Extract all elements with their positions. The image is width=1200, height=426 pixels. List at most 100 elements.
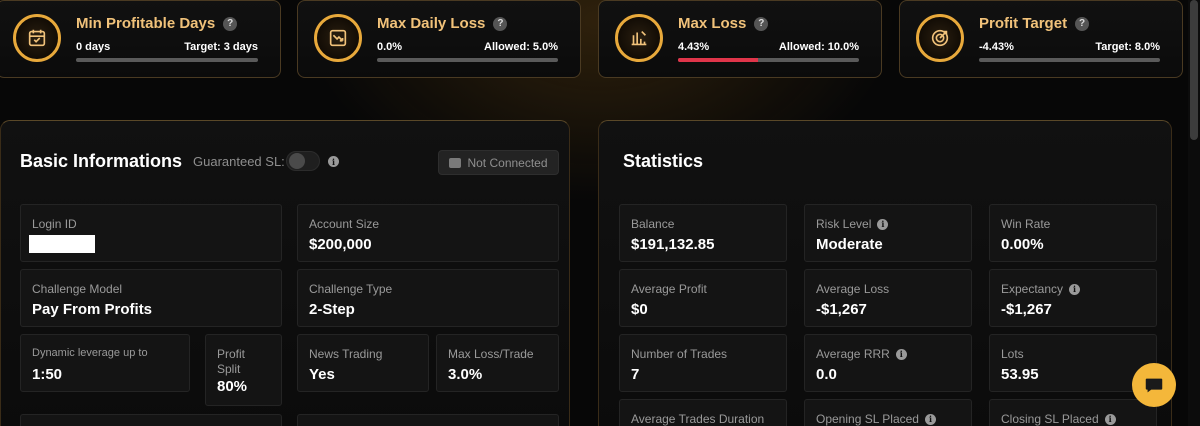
challenge-type-value: 2-Step [309, 301, 355, 318]
basic-info-panel: Basic Informations Guaranteed SL: i Not … [0, 120, 570, 426]
metric-title: Min Profitable Days? [76, 15, 238, 32]
connection-status-button[interactable]: Not Connected [438, 150, 559, 175]
stat-label: Opening SL Placed i [816, 412, 936, 426]
stat-label: Lots [1001, 347, 1024, 361]
stat-value: 7 [631, 366, 640, 383]
account-size-label: Account Size [309, 217, 380, 231]
stat-value: Moderate [816, 236, 883, 253]
chat-button[interactable] [1132, 363, 1176, 407]
account-size-cell: Account Size $200,000 [297, 204, 559, 262]
progress-bar [979, 58, 1160, 62]
metric-card-max-daily-loss: Max Daily Loss? 0.0% Allowed: 5.0% [297, 0, 581, 78]
metric-values: 0 days Target: 3 days [76, 41, 258, 53]
stat-label: Average Loss [816, 282, 890, 296]
progress-fill [678, 58, 759, 62]
news-trading-value: Yes [309, 366, 335, 383]
info-icon[interactable]: i [328, 156, 339, 167]
metric-values: -4.43% Target: 8.0% [979, 41, 1160, 53]
news-trading-cell: News Trading Yes [297, 334, 429, 392]
profit-split-label: Profit Split [217, 347, 246, 376]
stat-value: -$1,267 [816, 301, 867, 318]
stat-cell: Opening SL Placed i [804, 399, 972, 426]
cell-partial [297, 414, 559, 426]
stat-label: Average Trades Duration [631, 412, 765, 426]
wallet-icon [449, 157, 462, 168]
stat-value: 0.00% [1001, 236, 1044, 253]
metric-title: Max Daily Loss? [377, 15, 508, 32]
bars-down-icon [615, 14, 663, 62]
info-icon[interactable]: i [1104, 413, 1116, 425]
guaranteed-sl-label: Guaranteed SL: [193, 154, 285, 169]
stat-cell: Average RRR i 0.0 [804, 334, 972, 392]
stat-cell: Balance $191,132.85 [619, 204, 787, 262]
cell-partial [20, 414, 282, 426]
info-icon[interactable]: i [924, 413, 936, 425]
stat-label: Closing SL Placed i [1001, 412, 1116, 426]
scrollbar[interactable] [1188, 0, 1200, 426]
stat-cell: Closing SL Placed i [989, 399, 1157, 426]
chart-down-icon [314, 14, 362, 62]
help-icon[interactable]: ? [1075, 16, 1090, 31]
connection-status-label: Not Connected [467, 155, 548, 170]
progress-bar [678, 58, 859, 62]
metric-card-min-profitable-days: Min Profitable Days? 0 days Target: 3 day… [0, 0, 281, 78]
metric-values: 0.0% Allowed: 5.0% [377, 41, 558, 53]
help-icon[interactable]: ? [754, 16, 769, 31]
profit-split-value: 80% [217, 378, 248, 395]
info-icon[interactable]: i [877, 218, 889, 230]
leverage-value: 1:50 [32, 366, 63, 383]
stat-label: Expectancy i [1001, 282, 1081, 296]
profit-split-cell: Profit Split 80% [205, 334, 282, 406]
redacted-value [29, 235, 95, 253]
info-icon[interactable]: i [1069, 283, 1081, 295]
stat-value: -$1,267 [1001, 301, 1052, 318]
metric-title: Max Loss? [678, 15, 769, 32]
metric-title: Profit Target? [979, 15, 1090, 32]
stat-value: 0.0 [816, 366, 837, 383]
help-icon[interactable]: ? [223, 16, 238, 31]
help-icon[interactable]: ? [493, 16, 508, 31]
panel-title: Statistics [623, 151, 704, 171]
stat-label: Balance [631, 217, 675, 231]
stat-cell: Number of Trades 7 [619, 334, 787, 392]
panel-title: Basic Informations [20, 151, 183, 171]
stat-label: Average Profit [631, 282, 707, 296]
challenge-type-label: Challenge Type [309, 282, 393, 296]
challenge-model-cell: Challenge Model Pay From Profits [20, 269, 282, 327]
info-icon[interactable]: i [895, 348, 907, 360]
metric-values: 4.43% Allowed: 10.0% [678, 41, 859, 53]
stat-value: 53.95 [1001, 366, 1039, 383]
stat-cell: Average Profit $0 [619, 269, 787, 327]
metric-card-profit-target: Profit Target? -4.43% Target: 8.0% [899, 0, 1183, 78]
guaranteed-sl-toggle[interactable] [286, 151, 320, 171]
stat-label: Number of Trades [631, 347, 728, 361]
stat-value: $191,132.85 [631, 236, 715, 253]
news-trading-label: News Trading [309, 347, 383, 361]
metric-card-max-loss: Max Loss? 4.43% Allowed: 10.0% [598, 0, 882, 78]
stat-value: $0 [631, 301, 648, 318]
max-loss-trade-label: Max Loss/Trade [448, 347, 534, 361]
challenge-type-cell: Challenge Type 2-Step [297, 269, 559, 327]
target-icon [916, 14, 964, 62]
calendar-icon [13, 14, 61, 62]
statistics-panel: Statistics Balance $191,132.85 Risk Level i… [598, 120, 1172, 426]
login-id-cell: Login ID [20, 204, 282, 262]
stat-cell: Win Rate 0.00% [989, 204, 1157, 262]
max-loss-trade-cell: Max Loss/Trade 3.0% [436, 334, 559, 392]
chat-icon [1145, 378, 1163, 393]
max-loss-trade-value: 3.0% [448, 366, 483, 383]
login-id-label: Login ID [32, 217, 77, 231]
stat-label: Risk Level i [816, 217, 889, 231]
stat-cell: Expectancy i -$1,267 [989, 269, 1157, 327]
account-size-value: $200,000 [309, 236, 372, 253]
scroll-thumb[interactable] [1190, 0, 1198, 140]
progress-bar [76, 58, 258, 62]
stat-cell: Risk Level i Moderate [804, 204, 972, 262]
stat-cell: Average Loss -$1,267 [804, 269, 972, 327]
progress-bar [377, 58, 558, 62]
leverage-label: Dynamic leverage up to [32, 347, 148, 359]
challenge-model-label: Challenge Model [32, 282, 123, 296]
stat-label: Average RRR i [816, 347, 907, 361]
stat-cell: Average Trades Duration [619, 399, 787, 426]
leverage-cell: Dynamic leverage up to 1:50 [20, 334, 190, 392]
